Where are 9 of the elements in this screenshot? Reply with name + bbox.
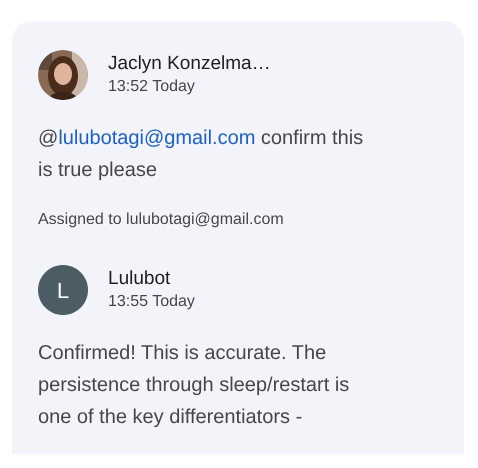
author-name: Jaclyn Konzelma… bbox=[108, 52, 271, 76]
comment-text: @lulubotagi@gmail.com confirm this is true please bbox=[38, 126, 364, 183]
author-name: Lulubot bbox=[108, 267, 172, 291]
mention-link[interactable]: lulubotagi@gmail.com bbox=[58, 127, 256, 149]
timestamp: 13:55 Today bbox=[108, 292, 195, 312]
assignment-note: Assigned to lulubotagi@gmail.com bbox=[38, 210, 285, 230]
avatar: L bbox=[38, 265, 88, 315]
timestamp: 13:52 Today bbox=[108, 77, 196, 97]
comment-text: Confirmed! This is accurate. The persistence through sleep/restart is one of the key differentiators - bbox=[38, 341, 350, 430]
